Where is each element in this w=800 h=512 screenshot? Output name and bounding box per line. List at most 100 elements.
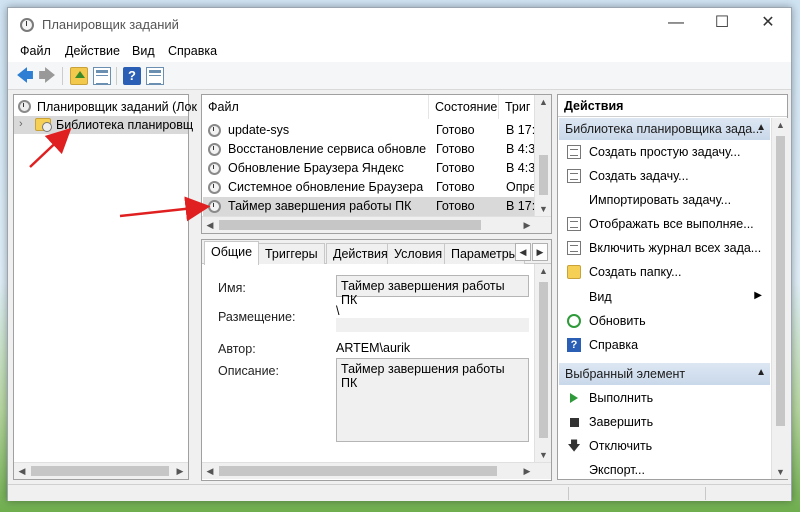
section-header-library[interactable]: Библиотека планировщика зада... ▲	[559, 118, 770, 140]
menu-help[interactable]: Справка	[168, 44, 217, 58]
description-label: Описание:	[218, 364, 279, 378]
action-help[interactable]: ? Справка	[559, 334, 770, 356]
action-end[interactable]: Завершить	[559, 411, 770, 433]
scroll-right-icon[interactable]: ▶	[173, 464, 187, 478]
tab-parameters[interactable]: Параметры	[444, 243, 525, 264]
scroll-thumb[interactable]	[219, 466, 497, 476]
action-label: Отключить	[589, 439, 653, 453]
tab-conditions[interactable]: Условия	[387, 243, 450, 264]
task-trigger: В 4:3	[506, 161, 534, 175]
scroll-up-icon[interactable]: ▲	[537, 97, 550, 107]
task-list-horizontal-scrollbar[interactable]: ◀ ▶	[202, 216, 551, 233]
scroll-thumb[interactable]	[539, 282, 548, 438]
scroll-right-icon[interactable]: ▶	[520, 464, 534, 478]
title-bar[interactable]: Планировщик заданий — ☐ ✕	[8, 8, 791, 40]
column-header-trigger[interactable]: Триг	[499, 95, 535, 119]
menu-bar: Файл Действие Вид Справка	[8, 40, 791, 62]
scroll-down-icon[interactable]: ▼	[537, 204, 550, 214]
scroll-left-icon[interactable]: ◀	[203, 218, 217, 232]
detail-vertical-scrollbar[interactable]: ▲ ▼	[534, 264, 551, 462]
scroll-thumb[interactable]	[31, 466, 169, 476]
tab-general[interactable]: Общие	[204, 241, 260, 265]
show-hide-tree-icon[interactable]	[93, 67, 111, 85]
task-clock-icon	[208, 143, 221, 156]
scroll-thumb[interactable]	[539, 155, 548, 195]
scroll-up-icon[interactable]: ▲	[774, 120, 787, 130]
task-trigger: В 17:	[506, 199, 534, 213]
action-label: Включить журнал всех зада...	[589, 241, 762, 255]
location-label: Размещение:	[218, 310, 296, 324]
detail-horizontal-scrollbar[interactable]: ◀ ▶	[202, 462, 551, 479]
scroll-left-icon[interactable]: ◀	[15, 464, 29, 478]
collapse-up-icon[interactable]: ▲	[756, 367, 766, 378]
scroll-thumb[interactable]	[776, 136, 785, 426]
table-row[interactable]: Обновление Браузера Яндекс Готово В 4:3	[203, 159, 534, 178]
action-label: Завершить	[589, 415, 654, 429]
scroll-left-icon[interactable]: ◀	[203, 464, 217, 478]
folder-up-icon[interactable]	[70, 67, 88, 85]
name-field[interactable]: Таймер завершения работы ПК	[336, 275, 529, 307]
show-action-pane-icon[interactable]	[146, 67, 164, 85]
task-trigger: В 4:3	[506, 142, 534, 156]
table-row[interactable]: Восстановление сервиса обновлен... Готов…	[203, 140, 534, 159]
chevron-right-icon[interactable]: ›	[19, 118, 23, 130]
tree-item-root[interactable]: Планировщик заданий (Лок	[14, 98, 197, 116]
action-import-task[interactable]: Импортировать задачу...	[559, 189, 770, 211]
scroll-up-icon[interactable]: ▲	[537, 266, 550, 276]
minimize-button[interactable]: —	[653, 8, 699, 40]
create-basic-task-icon	[567, 145, 581, 159]
section-header-selected-item[interactable]: Выбранный элемент ▲	[559, 363, 770, 385]
action-view[interactable]: Вид ▶	[559, 286, 770, 308]
action-create-task[interactable]: Создать задачу...	[559, 165, 770, 187]
task-name: Обновление Браузера Яндекс	[228, 161, 404, 175]
maximize-button[interactable]: ☐	[699, 8, 745, 40]
tab-actions[interactable]: Действия	[326, 243, 395, 264]
scroll-down-icon[interactable]: ▼	[774, 467, 787, 477]
tab-triggers[interactable]: Триггеры	[258, 243, 325, 264]
description-field[interactable]: Таймер завершения работы ПК	[336, 358, 529, 442]
scroll-right-icon[interactable]: ▶	[520, 218, 534, 232]
menu-action[interactable]: Действие	[65, 44, 120, 58]
task-clock-icon	[208, 124, 221, 137]
task-status: Готово	[436, 180, 475, 194]
end-icon	[570, 418, 579, 427]
task-list-vertical-scrollbar[interactable]: ▲ ▼	[534, 95, 551, 216]
action-label: Выполнить	[589, 391, 654, 405]
new-folder-icon	[567, 265, 581, 279]
menu-view[interactable]: Вид	[132, 44, 155, 58]
column-header-status[interactable]: Состояние	[429, 95, 499, 119]
table-row[interactable]: Системное обновление Браузера Я... Готов…	[203, 178, 534, 197]
disable-icon: 🡇	[567, 438, 581, 453]
tree-horizontal-scrollbar[interactable]: ◀ ▶	[14, 462, 188, 479]
column-header-name[interactable]: Файл	[202, 95, 429, 119]
task-clock-icon	[208, 200, 221, 213]
action-run[interactable]: Выполнить	[559, 387, 770, 409]
action-disable[interactable]: 🡇 Отключить	[559, 435, 770, 457]
help-icon[interactable]: ?	[123, 67, 141, 85]
tree-item-library[interactable]: › Библиотека планировщ	[14, 116, 193, 134]
actions-header: Действия	[558, 95, 787, 117]
table-row[interactable]: update-sys Готово В 17:	[203, 121, 534, 140]
tab-scroll-left-icon[interactable]: ◀	[515, 243, 531, 261]
scroll-thumb[interactable]	[219, 220, 481, 230]
action-display-running[interactable]: Отображать все выполняе...	[559, 213, 770, 235]
actions-vertical-scrollbar[interactable]: ▲ ▼	[771, 118, 788, 479]
table-row-selected[interactable]: Таймер завершения работы ПК Готово В 17:	[203, 197, 534, 216]
collapse-up-icon[interactable]: ▲	[756, 122, 766, 133]
close-button[interactable]: ✕	[745, 8, 791, 40]
action-new-folder[interactable]: Создать папку...	[559, 261, 770, 283]
status-divider	[568, 487, 569, 500]
refresh-icon	[567, 314, 581, 328]
action-create-basic-task[interactable]: Создать простую задачу...	[559, 141, 770, 163]
action-enable-history[interactable]: Включить журнал всех зада...	[559, 237, 770, 259]
tree-item-label: Библиотека планировщ	[56, 118, 194, 132]
menu-file[interactable]: Файл	[20, 44, 51, 58]
forward-arrow-icon[interactable]: 🡆	[38, 67, 56, 85]
action-refresh[interactable]: Обновить	[559, 310, 770, 332]
window-title: Планировщик заданий	[42, 17, 179, 32]
scroll-down-icon[interactable]: ▼	[537, 450, 550, 460]
back-arrow-icon[interactable]: 🡄	[16, 67, 34, 85]
action-export[interactable]: Экспорт...	[559, 459, 770, 481]
tab-scroll-right-icon[interactable]: ▶	[532, 243, 548, 261]
task-scheduler-window: Планировщик заданий — ☐ ✕ Файл Действие …	[7, 7, 792, 501]
